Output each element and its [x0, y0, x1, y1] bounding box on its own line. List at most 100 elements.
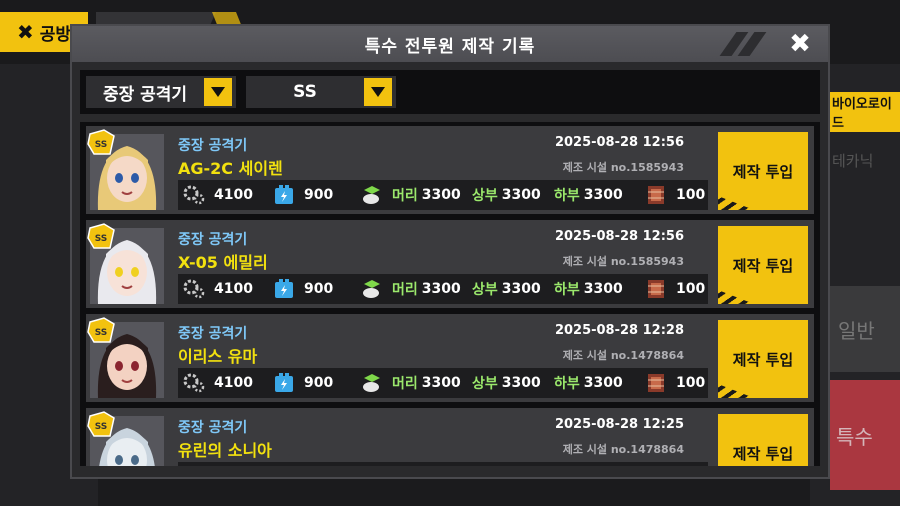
ss-rank-icon: SS — [86, 316, 116, 344]
ss-rank-icon: SS — [86, 410, 116, 438]
rank-label: SS — [95, 140, 108, 150]
unit-type: 중장 공격기 — [178, 326, 248, 342]
nutrient-resource: 900 — [272, 278, 360, 300]
lower-value: 3300 — [583, 187, 623, 203]
battery-nutrient-icon — [272, 184, 296, 206]
craft-input-label: 제작 투입 — [732, 162, 794, 181]
chip-resource: 100 — [644, 278, 708, 300]
nutrient-value: 900 — [304, 187, 334, 203]
craft-input-button[interactable]: 제작 투입 — [718, 320, 808, 398]
record-row: SS 중장 공격기 유린의 소니아 2025-08-28 12:25 제조 시설… — [86, 408, 814, 466]
craft-timestamp: 2025-08-28 12:56 — [554, 135, 684, 150]
craft-input-button[interactable]: 제작 투입 — [718, 132, 808, 210]
lower-value: 3300 — [583, 281, 623, 297]
header-stripes — [719, 32, 770, 56]
unit-name: 유린의 소니아 — [178, 441, 272, 460]
craft-timestamp: 2025-08-28 12:56 — [554, 229, 684, 244]
resource-bar: 4100 900 머리3300 상부3300 하부3300 — [178, 368, 708, 398]
filter-bar: 중장 공격기 SS — [80, 70, 820, 114]
upper-resource: 상부 3300 — [472, 373, 554, 393]
upper-label: 상부 — [472, 376, 498, 392]
nutrient-value: 900 — [304, 281, 334, 297]
parts-value: 4100 — [214, 281, 253, 297]
nutrient-resource: 900 — [272, 184, 360, 206]
head-value: 3300 — [421, 187, 461, 203]
chip-icon — [644, 278, 668, 300]
record-row: SS 중장 공격기 AG-2C 세이렌 2025-08-28 12:56 제조 … — [86, 126, 814, 214]
unit-type: 중장 공격기 — [178, 232, 248, 248]
craft-timestamp: 2025-08-28 12:25 — [554, 417, 684, 432]
close-button[interactable]: ✖ — [778, 28, 822, 60]
craft-input-label: 제작 투입 — [732, 256, 794, 275]
unit-name: 이리스 유마 — [178, 347, 258, 366]
background-mechanic-label: 테카닉 — [832, 151, 874, 170]
dropdown-arrow-icon — [364, 78, 392, 106]
background-tab-label: 공방 — [39, 24, 72, 45]
resource-bar: 4100 900 머리3300 상부3300 하부3300 — [178, 274, 708, 304]
lower-label: 하부 — [554, 282, 580, 298]
chip-icon — [644, 372, 668, 394]
craft-timestamp: 2025-08-28 12:28 — [554, 323, 684, 338]
nutrient-value: 900 — [304, 375, 334, 391]
upper-label: 상부 — [472, 188, 498, 204]
rank-label: SS — [95, 328, 108, 338]
chip-icon — [644, 184, 668, 206]
unit-name: AG-2C 세이렌 — [178, 159, 283, 178]
nutrient-resource: 900 — [272, 372, 360, 394]
unit-type: 중장 공격기 — [178, 420, 248, 436]
craft-input-button[interactable]: 제작 투입 — [718, 414, 808, 466]
gear-parts-icon — [182, 372, 206, 394]
modal-header: 특수 전투원 제작 기록 ✖ — [72, 26, 828, 62]
chip-value: 100 — [676, 281, 706, 297]
head-value: 3300 — [421, 375, 461, 391]
button-stripe — [718, 196, 754, 210]
capsule-power-icon — [360, 278, 384, 300]
unit-name: X-05 에밀리 — [178, 253, 268, 272]
head-label: 머리 — [392, 282, 418, 298]
lower-resource: 하부 3300 — [554, 185, 644, 205]
head-resource: 머리 3300 — [360, 372, 472, 394]
upper-value: 3300 — [501, 187, 541, 203]
facility-label: 제조 시설 no.1585943 — [562, 255, 684, 268]
upper-resource: 상부 3300 — [472, 185, 554, 205]
facility-label: 제조 시설 no.1585943 — [562, 161, 684, 174]
class-filter-select[interactable]: 중장 공격기 — [86, 76, 236, 108]
upper-resource: 상부 3300 — [472, 279, 554, 299]
facility-label: 제조 시설 no.1478864 — [562, 349, 684, 362]
lower-value: 3300 — [583, 375, 623, 391]
lower-resource: 하부 3300 — [554, 373, 644, 393]
rank-label: SS — [95, 234, 108, 244]
craft-input-button[interactable]: 제작 투입 — [718, 226, 808, 304]
record-row: SS 중장 공격기 이리스 유마 2025-08-28 12:28 제조 시설 … — [86, 314, 814, 402]
class-filter-label: 중장 공격기 — [102, 84, 188, 105]
unit-type: 중장 공격기 — [178, 138, 248, 154]
chip-value: 100 — [676, 187, 706, 203]
resource-bar: 4100 900 머리3300 상부3300 하부3300 — [178, 462, 708, 466]
gear-parts-icon — [182, 278, 206, 300]
parts-resource: 4100 — [182, 184, 272, 206]
battery-nutrient-icon — [272, 278, 296, 300]
gear-parts-icon — [182, 184, 206, 206]
chip-resource: 100 — [644, 184, 708, 206]
craft-input-label: 제작 투입 — [732, 350, 794, 369]
close-icon: ✖ — [16, 20, 34, 44]
head-value: 3300 — [421, 281, 461, 297]
lower-label: 하부 — [554, 376, 580, 392]
parts-resource: 4100 — [182, 372, 272, 394]
record-list[interactable]: SS 중장 공격기 AG-2C 세이렌 2025-08-28 12:56 제조 … — [80, 122, 820, 466]
craft-history-modal: 특수 전투원 제작 기록 ✖ 중장 공격기 SS SS 중장 공격기 AG-2C… — [70, 24, 830, 479]
rank-filter-select[interactable]: SS — [246, 76, 396, 108]
upper-value: 3300 — [501, 281, 541, 297]
dropdown-arrow-icon — [204, 78, 232, 106]
record-row: SS 중장 공격기 X-05 에밀리 2025-08-28 12:56 제조 시… — [86, 220, 814, 308]
capsule-power-icon — [360, 372, 384, 394]
button-stripe — [718, 290, 754, 304]
parts-value: 4100 — [214, 187, 253, 203]
upper-label: 상부 — [472, 282, 498, 298]
ss-rank-icon: SS — [86, 222, 116, 250]
facility-label: 제조 시설 no.1478864 — [562, 443, 684, 456]
background-bioroid-button: 바이오로이드 — [828, 92, 900, 132]
capsule-power-icon — [360, 184, 384, 206]
rank-filter-label: SS — [293, 82, 317, 102]
lower-label: 하부 — [554, 188, 580, 204]
